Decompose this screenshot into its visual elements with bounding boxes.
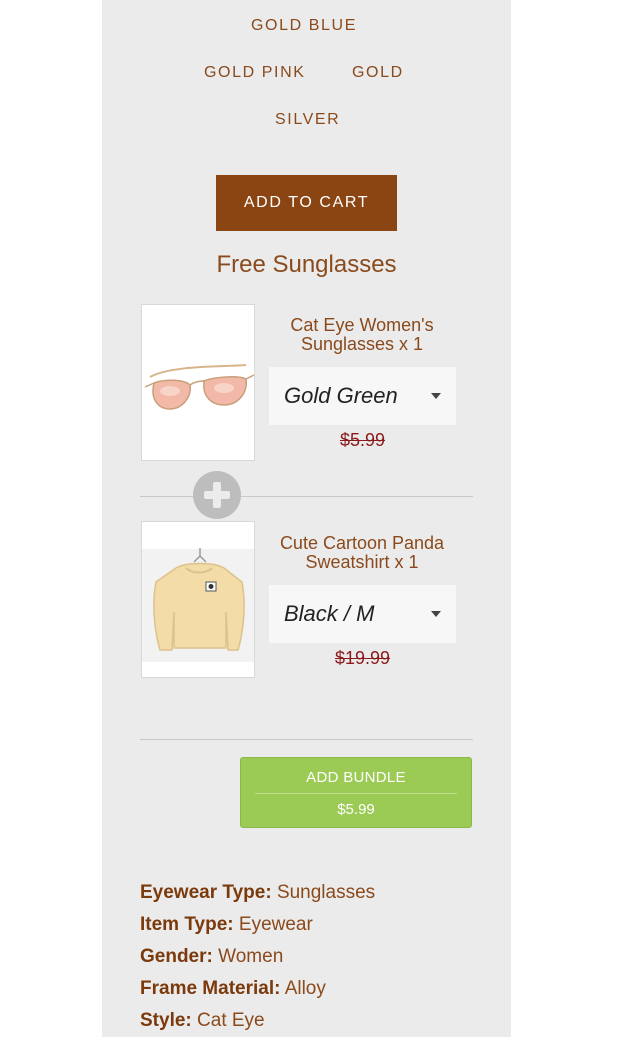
bundle-divider [140, 739, 473, 740]
spec-label: Gender: [140, 946, 213, 967]
spec-label: Style: [140, 1010, 192, 1031]
spec-value: Alloy [284, 978, 326, 999]
sunglasses-selected-option: Gold Green [284, 383, 398, 408]
plus-icon [193, 471, 241, 519]
sweatshirt-selected-option: Black / M [284, 601, 375, 626]
chevron-down-icon [431, 393, 441, 399]
bundle-title: Free Sunglasses [216, 251, 397, 278]
spec-value: Women [218, 946, 284, 967]
chevron-down-icon [431, 611, 441, 617]
spec-row: Item Type: Eyewear [140, 914, 500, 946]
sweatshirt-image[interactable] [141, 521, 255, 678]
sweatshirt-option-select[interactable]: Black / M [269, 585, 456, 643]
sweatshirt-illustration [142, 522, 254, 677]
sunglasses-option-select[interactable]: Gold Green [269, 367, 456, 425]
sunglasses-illustration [144, 364, 254, 410]
item-divider [140, 496, 473, 497]
variant-gold-pink[interactable]: GOLD PINK [204, 64, 306, 82]
add-bundle-label: ADD BUNDLE [306, 769, 406, 786]
spec-value: Cat Eye [197, 1010, 265, 1031]
sunglasses-image[interactable] [141, 304, 255, 461]
variant-gold-blue[interactable]: GOLD BLUE [251, 17, 357, 35]
variant-silver[interactable]: SILVER [275, 111, 340, 129]
bundle-price: $5.99 [337, 801, 375, 818]
button-divider [255, 793, 457, 794]
spec-row: Frame Material: Alloy [140, 978, 500, 1010]
sunglasses-price: $5.99 [339, 430, 386, 450]
sunglasses-title[interactable]: Cat Eye Women's Sunglasses x 1 [262, 316, 462, 354]
spec-row: Style: Cat Eye [140, 1010, 500, 1042]
spec-row: Eyewear Type: Sunglasses [140, 882, 500, 914]
spec-label: Frame Material: [140, 978, 281, 999]
add-bundle-button[interactable]: ADD BUNDLE $5.99 [240, 757, 472, 828]
sweatshirt-price: $19.99 [334, 648, 391, 668]
sweatshirt-title[interactable]: Cute Cartoon Panda Sweatshirt x 1 [262, 534, 462, 572]
product-specs: Eyewear Type: Sunglasses Item Type: Eyew… [140, 882, 500, 1042]
spec-label: Eyewear Type: [140, 882, 272, 903]
spec-label: Item Type: [140, 914, 234, 935]
spec-value: Eyewear [238, 914, 313, 935]
spec-row: Gender: Women [140, 946, 500, 978]
add-to-cart-button[interactable]: ADD TO CART [216, 175, 397, 231]
variant-gold[interactable]: GOLD [352, 64, 404, 82]
spec-value: Sunglasses [276, 882, 376, 903]
